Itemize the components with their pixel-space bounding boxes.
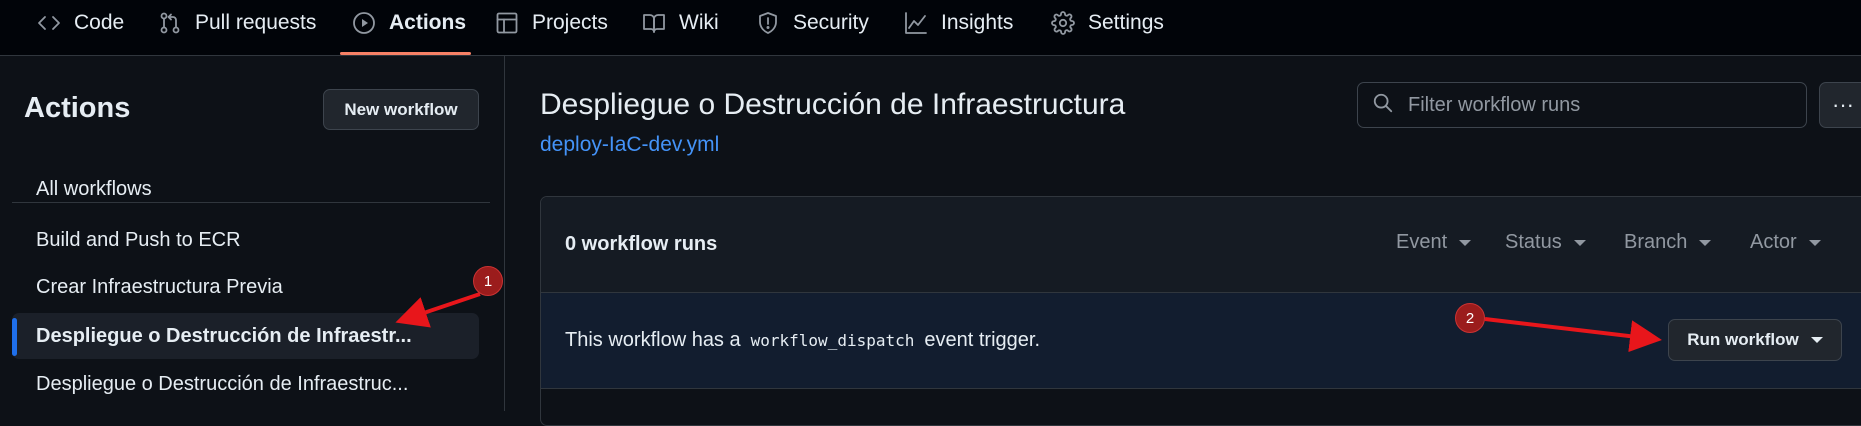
filter-runs-input[interactable] (1406, 92, 1786, 118)
annotation-badge-1: 1 (473, 266, 503, 296)
runs-count: 0 workflow runs (565, 233, 718, 255)
tab-actions-label: Actions (389, 11, 467, 34)
branch-filter-dropdown[interactable]: Branch (1624, 231, 1712, 254)
chevron-down-icon (1808, 239, 1821, 246)
chevron-down-icon (1699, 239, 1712, 246)
status-filter-dropdown[interactable]: Status (1505, 231, 1586, 254)
tab-settings-label: Settings (1088, 11, 1164, 34)
tab-code-label: Code (74, 11, 125, 34)
sidebar-item-all-workflows[interactable]: All workflows (12, 166, 479, 212)
tab-pull-requests[interactable]: Pull requests (157, 0, 316, 46)
pull-request-icon (157, 10, 183, 36)
active-tab-underline (340, 52, 471, 55)
sidebar-item-workflow[interactable]: Build and Push to ECR (12, 217, 479, 263)
shield-icon (755, 10, 781, 36)
tab-security-label: Security (793, 11, 869, 34)
annotation-badge-2: 2 (1455, 303, 1485, 333)
dispatch-prefix: This workflow has a (565, 329, 741, 351)
event-filter-dropdown[interactable]: Event (1396, 231, 1472, 254)
actions-sidebar: Actions New workflow All workflows Build… (0, 56, 505, 411)
tab-wiki-label: Wiki (679, 11, 719, 34)
graph-icon (903, 10, 929, 36)
tab-pull-requests-label: Pull requests (195, 11, 317, 34)
run-workflow-label: Run workflow (1687, 330, 1799, 349)
workflow-file-link[interactable]: deploy-IaC-dev.yml (540, 133, 719, 157)
sidebar-item-workflow[interactable]: Despliegue o Destrucción de Infraestruc.… (12, 361, 479, 407)
sidebar-divider (12, 202, 490, 203)
more-options-button[interactable]: ··· (1819, 82, 1861, 128)
sidebar-item-workflow[interactable]: Crear Infraestructura Previa (12, 264, 479, 310)
tab-settings[interactable]: Settings (1050, 0, 1164, 46)
play-icon (351, 10, 377, 36)
tab-insights-label: Insights (941, 11, 1014, 34)
filter-runs-field[interactable] (1357, 82, 1807, 128)
tab-actions[interactable]: Actions (351, 0, 466, 46)
tab-projects-label: Projects (532, 11, 608, 34)
branch-filter-label: Branch (1624, 231, 1688, 253)
dispatch-suffix: event trigger. (924, 329, 1041, 351)
event-filter-label: Event (1396, 231, 1448, 253)
actor-filter-label: Actor (1750, 231, 1797, 253)
dispatch-message: This workflow has a workflow_dispatch ev… (565, 329, 1040, 352)
tab-projects[interactable]: Projects (494, 0, 608, 46)
code-icon (36, 10, 62, 36)
table-icon (494, 10, 520, 36)
sidebar-item-workflow-selected[interactable]: Despliegue o Destrucción de Infraestr... (12, 313, 479, 359)
repo-nav: Code Pull requests Actions Projects Wiki… (0, 0, 1861, 56)
search-icon (1372, 92, 1394, 119)
selected-indicator (12, 318, 17, 356)
runs-header: 0 workflow runs Event Status Branch Acto… (541, 197, 1861, 293)
run-workflow-button[interactable]: Run workflow (1668, 319, 1842, 361)
gear-icon (1050, 10, 1076, 36)
workflow-runs-panel: 0 workflow runs Event Status Branch Acto… (540, 196, 1861, 426)
sidebar-title: Actions (24, 92, 131, 124)
chevron-down-icon (1573, 239, 1586, 246)
actor-filter-dropdown[interactable]: Actor (1750, 231, 1821, 254)
chevron-down-icon (1810, 337, 1823, 343)
workflow-title: Despliegue o Destrucción de Infraestruct… (540, 88, 1126, 121)
dispatch-code: workflow_dispatch (750, 331, 915, 350)
tab-security[interactable]: Security (755, 0, 869, 46)
status-filter-label: Status (1505, 231, 1562, 253)
tab-code[interactable]: Code (36, 0, 124, 46)
new-workflow-button[interactable]: New workflow (323, 89, 479, 130)
tab-wiki[interactable]: Wiki (641, 0, 719, 46)
tab-insights[interactable]: Insights (903, 0, 1013, 46)
book-icon (641, 10, 667, 36)
dispatch-banner: This workflow has a workflow_dispatch ev… (541, 293, 1861, 389)
chevron-down-icon (1459, 239, 1472, 246)
